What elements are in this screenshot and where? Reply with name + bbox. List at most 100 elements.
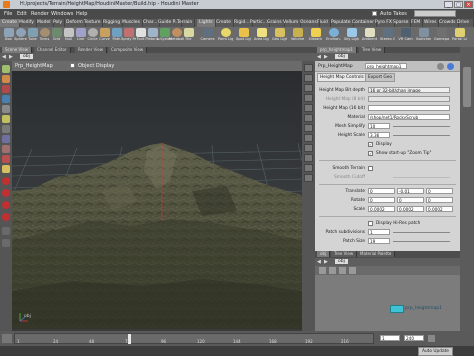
display-option-9-icon[interactable] [304, 144, 313, 152]
shelf-tab-create-right[interactable]: Create [214, 19, 234, 27]
patch-size-slider[interactable] [393, 241, 450, 242]
tab-height-map-controls[interactable]: Height Map Controls [317, 73, 367, 82]
brush-tool-icon[interactable] [2, 135, 10, 143]
menu-file[interactable]: File [4, 11, 12, 17]
material-field[interactable]: /shop/net1/RockyScrub [368, 114, 450, 120]
minimize-button[interactable]: _ [444, 1, 453, 8]
light-tool-icon[interactable] [2, 165, 10, 173]
shelf-tab-drive[interactable]: Drive [455, 19, 474, 27]
vr-camera-tool[interactable]: VR Cam [398, 28, 413, 46]
capture-tool-icon[interactable] [2, 201, 10, 209]
portal-light-tool[interactable]: Portal Light [452, 28, 467, 46]
network-tool-3-icon[interactable] [339, 267, 346, 274]
sky-light-tool[interactable]: Sky Light [344, 28, 359, 46]
rotate-x-field[interactable]: 0 [368, 197, 395, 203]
scene-path[interactable]: obj [20, 54, 33, 59]
move-tool-icon[interactable] [2, 75, 10, 83]
display-option-11-icon[interactable] [304, 164, 313, 172]
rotate-y-field[interactable]: 0 [397, 197, 424, 203]
display-option-3-icon[interactable] [304, 84, 313, 92]
translate-y-field[interactable]: -0.01 [397, 188, 424, 194]
scale-z-field[interactable]: 0.0002 [426, 206, 453, 212]
display-option-12-icon[interactable] [304, 174, 313, 182]
geo-light-tool[interactable]: Geo Light [272, 28, 287, 46]
height-map-8bit-field[interactable] [368, 96, 450, 102]
timeline-ruler[interactable]: 1 24 48 72 96 120 144 168 192 216 [14, 333, 374, 344]
param-forward-arrow-icon[interactable]: ▶ [324, 54, 328, 60]
tab-network-tree-view[interactable]: Tree View [331, 251, 358, 257]
patch-subdivisions-field[interactable]: 1 [368, 229, 390, 235]
pose-tool-icon[interactable] [2, 115, 10, 123]
scale-y-field[interactable]: 0.0002 [397, 206, 424, 212]
scale-tool-icon[interactable] [2, 95, 10, 103]
network-tool-2-icon[interactable] [329, 267, 336, 274]
translate-x-field[interactable]: 0 [368, 188, 395, 194]
object-display-checkbox[interactable] [70, 63, 75, 68]
scene-viewport[interactable]: obj [12, 71, 302, 329]
volume-light-tool[interactable]: Volume [290, 28, 305, 46]
play-controls[interactable] [2, 334, 12, 343]
display-hires-checkbox[interactable] [368, 221, 373, 226]
rotate-tool-icon[interactable] [2, 85, 10, 93]
network-tool-4-icon[interactable] [349, 267, 356, 274]
tab-material-palette[interactable]: Material Palette [357, 251, 396, 257]
network-editor[interactable]: prp_heightmap1 [315, 275, 460, 331]
tab-export-geo[interactable]: Export Geo [365, 73, 396, 82]
height-map-16bit-field[interactable] [368, 105, 450, 111]
display-option-8-icon[interactable] [304, 134, 313, 142]
zoom-tip-checkbox[interactable]: ✓ [368, 151, 373, 156]
handle-tool-icon[interactable] [2, 105, 10, 113]
flipbook-tool-icon[interactable] [2, 189, 10, 197]
point-light-tool[interactable]: Point Light [218, 28, 233, 46]
mesh-simplify-field[interactable]: 10 [368, 123, 390, 129]
snap-tool-icon[interactable] [2, 155, 10, 163]
patch-size-field[interactable]: 19 [368, 238, 390, 244]
maximize-button[interactable]: □ [454, 1, 463, 8]
spot-light-tool[interactable]: Spot Light [236, 28, 251, 46]
timeline-options-icon[interactable] [428, 335, 435, 342]
display-option-5-icon[interactable] [304, 104, 313, 112]
tab-network-obj[interactable]: obj [317, 251, 331, 257]
right-pane-scrollbar[interactable] [460, 47, 474, 331]
camera-view-icon[interactable] [2, 227, 10, 235]
shelf-tab-muscles[interactable]: Muscles [120, 19, 143, 27]
close-button[interactable]: × [464, 1, 473, 8]
render-tool-icon[interactable] [2, 177, 10, 185]
record-tool-icon[interactable] [2, 213, 10, 221]
view-tool-icon[interactable] [2, 125, 10, 133]
patch-subdivisions-slider[interactable] [393, 232, 450, 233]
paint-tool-icon[interactable] [2, 145, 10, 153]
shelf-tab-lights[interactable]: Lights [197, 19, 216, 27]
file-tool[interactable]: File [181, 28, 196, 46]
menu-render[interactable]: Render [31, 11, 49, 17]
node-heightmap[interactable]: prp_heightmap1 [390, 305, 442, 313]
end-frame-field[interactable]: 240 [404, 335, 424, 341]
param-gear-icon[interactable] [437, 63, 444, 70]
scroll-thumb[interactable] [463, 67, 471, 107]
display-option-6-icon[interactable] [304, 114, 313, 122]
gamepad-tool[interactable]: Gamepad [434, 28, 449, 46]
forward-arrow-icon[interactable]: ▶ [9, 54, 13, 60]
mesh-simplify-slider[interactable] [393, 126, 450, 127]
smooth-cutoff-slider[interactable] [393, 177, 450, 178]
param-help-icon[interactable] [447, 63, 454, 70]
auto-takes-checkbox[interactable] [372, 11, 377, 16]
translate-z-field[interactable]: 0 [426, 188, 453, 194]
bit-depth-dropdown[interactable]: 16 or 32-bit/chan image [368, 87, 450, 93]
display-option-10-icon[interactable] [304, 154, 313, 162]
display-option-2-icon[interactable] [304, 74, 313, 82]
network-forward-arrow-icon[interactable]: ▶ [324, 259, 328, 265]
terrain-render[interactable] [12, 71, 302, 329]
smooth-terrain-checkbox[interactable] [368, 166, 373, 171]
display-option-4-icon[interactable] [304, 94, 313, 102]
layout-tool-icon[interactable] [2, 239, 10, 247]
camera-tool[interactable]: Camera [200, 28, 215, 46]
node-name-field[interactable]: prp_heightmap1 [365, 63, 407, 69]
back-arrow-icon[interactable]: ◀ [2, 54, 6, 60]
switcher-tool[interactable]: Switcher [416, 28, 431, 46]
height-scale-slider[interactable] [393, 135, 450, 136]
select-tool-icon[interactable] [2, 65, 10, 73]
menu-help[interactable]: Help [76, 11, 87, 17]
param-path[interactable]: obj [335, 54, 348, 59]
distant-light-tool[interactable]: Distant [308, 28, 323, 46]
